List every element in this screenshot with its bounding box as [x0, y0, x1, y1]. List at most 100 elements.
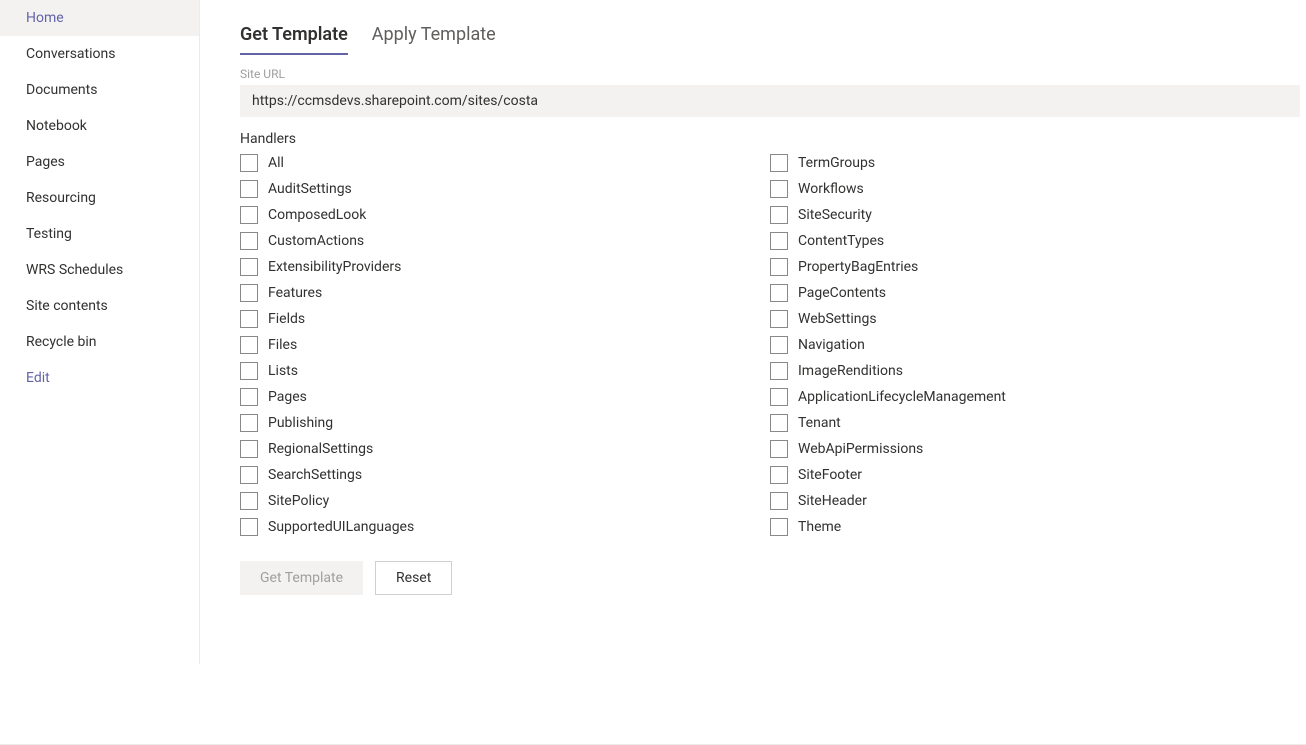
- handler-websettings: WebSettings: [770, 309, 1300, 329]
- handler-all: All: [240, 153, 770, 173]
- sidebar-item-testing[interactable]: Testing: [0, 216, 199, 252]
- checkbox-fields[interactable]: [240, 310, 258, 328]
- handler-searchsettings: SearchSettings: [240, 465, 770, 485]
- checkbox-label: ComposedLook: [268, 207, 366, 223]
- checkbox-label: SupportedUILanguages: [268, 519, 414, 535]
- checkbox-label: WebApiPermissions: [798, 441, 923, 457]
- sidebar-item-documents[interactable]: Documents: [0, 72, 199, 108]
- checkbox-label: Features: [268, 285, 322, 301]
- handler-navigation: Navigation: [770, 335, 1300, 355]
- checkbox-label: CustomActions: [268, 233, 364, 249]
- checkbox-label: PropertyBagEntries: [798, 259, 918, 275]
- handler-fields: Fields: [240, 309, 770, 329]
- checkbox-label: PageContents: [798, 285, 886, 301]
- sidebar-item-notebook[interactable]: Notebook: [0, 108, 199, 144]
- sidebar-item-site-contents[interactable]: Site contents: [0, 288, 199, 324]
- handlers-label: Handlers: [240, 131, 1306, 147]
- site-url-input[interactable]: [240, 85, 1300, 117]
- checkbox-label: Pages: [268, 389, 307, 405]
- checkbox-sitepolicy[interactable]: [240, 492, 258, 510]
- checkbox-siteheader[interactable]: [770, 492, 788, 510]
- checkbox-label: Fields: [268, 311, 305, 327]
- handler-pagecontents: PageContents: [770, 283, 1300, 303]
- checkbox-label: ApplicationLifecycleManagement: [798, 389, 1006, 405]
- checkbox-sitesecurity[interactable]: [770, 206, 788, 224]
- checkbox-pages[interactable]: [240, 388, 258, 406]
- reset-button[interactable]: Reset: [375, 561, 452, 595]
- tab-get-template[interactable]: Get Template: [240, 24, 348, 55]
- handler-siteheader: SiteHeader: [770, 491, 1300, 511]
- tab-apply-template[interactable]: Apply Template: [372, 24, 496, 55]
- sidebar-item-conversations[interactable]: Conversations: [0, 36, 199, 72]
- checkbox-theme[interactable]: [770, 518, 788, 536]
- checkbox-propertybagentries[interactable]: [770, 258, 788, 276]
- checkbox-features[interactable]: [240, 284, 258, 302]
- checkbox-publishing[interactable]: [240, 414, 258, 432]
- checkbox-label: All: [268, 155, 284, 171]
- checkbox-navigation[interactable]: [770, 336, 788, 354]
- handler-customactions: CustomActions: [240, 231, 770, 251]
- checkbox-websettings[interactable]: [770, 310, 788, 328]
- sidebar-item-home[interactable]: Home: [0, 0, 199, 36]
- sidebar-item-resourcing[interactable]: Resourcing: [0, 180, 199, 216]
- checkbox-label: AuditSettings: [268, 181, 352, 197]
- checkbox-lists[interactable]: [240, 362, 258, 380]
- checkbox-termgroups[interactable]: [770, 154, 788, 172]
- checkbox-workflows[interactable]: [770, 180, 788, 198]
- checkbox-all[interactable]: [240, 154, 258, 172]
- site-url-label: Site URL: [240, 67, 1306, 81]
- handler-tenant: Tenant: [770, 413, 1300, 433]
- handler-sitepolicy: SitePolicy: [240, 491, 770, 511]
- handlers-group: All AuditSettings ComposedLook CustomAct…: [240, 153, 1300, 537]
- sidebar-item-pages[interactable]: Pages: [0, 144, 199, 180]
- checkbox-label: Navigation: [798, 337, 865, 353]
- checkbox-files[interactable]: [240, 336, 258, 354]
- checkbox-webapipermissions[interactable]: [770, 440, 788, 458]
- checkbox-label: SitePolicy: [268, 493, 329, 509]
- sidebar-item-recycle-bin[interactable]: Recycle bin: [0, 324, 199, 360]
- checkbox-label: Files: [268, 337, 297, 353]
- checkbox-regionalsettings[interactable]: [240, 440, 258, 458]
- checkbox-label: WebSettings: [798, 311, 877, 327]
- sidebar-item-wrs-schedules[interactable]: WRS Schedules: [0, 252, 199, 288]
- checkbox-label: Workflows: [798, 181, 864, 197]
- checkbox-extensibilityproviders[interactable]: [240, 258, 258, 276]
- handler-applicationlifecyclemanagement: ApplicationLifecycleManagement: [770, 387, 1300, 407]
- handler-theme: Theme: [770, 517, 1300, 537]
- checkbox-label: ImageRenditions: [798, 363, 903, 379]
- checkbox-label: ContentTypes: [798, 233, 884, 249]
- sidebar: Home Conversations Documents Notebook Pa…: [0, 0, 200, 664]
- checkbox-label: SearchSettings: [268, 467, 362, 483]
- handler-sitefooter: SiteFooter: [770, 465, 1300, 485]
- checkbox-pagecontents[interactable]: [770, 284, 788, 302]
- checkbox-label: ExtensibilityProviders: [268, 259, 401, 275]
- checkbox-label: Theme: [798, 519, 841, 535]
- checkbox-supporteduilanguages[interactable]: [240, 518, 258, 536]
- handler-termgroups: TermGroups: [770, 153, 1300, 173]
- checkbox-label: Publishing: [268, 415, 333, 431]
- checkbox-imagerenditions[interactable]: [770, 362, 788, 380]
- handler-regionalsettings: RegionalSettings: [240, 439, 770, 459]
- checkbox-searchsettings[interactable]: [240, 466, 258, 484]
- button-row: Get Template Reset: [240, 561, 1306, 595]
- checkbox-applicationlifecyclemanagement[interactable]: [770, 388, 788, 406]
- checkbox-customactions[interactable]: [240, 232, 258, 250]
- checkbox-sitefooter[interactable]: [770, 466, 788, 484]
- checkbox-label: RegionalSettings: [268, 441, 373, 457]
- handler-lists: Lists: [240, 361, 770, 381]
- handlers-column-2: TermGroups Workflows SiteSecurity Conten…: [770, 153, 1300, 537]
- get-template-button: Get Template: [240, 561, 363, 595]
- checkbox-composedlook[interactable]: [240, 206, 258, 224]
- tabs: Get Template Apply Template: [240, 24, 1306, 55]
- sidebar-item-edit[interactable]: Edit: [0, 360, 199, 396]
- checkbox-contenttypes[interactable]: [770, 232, 788, 250]
- checkbox-auditsettings[interactable]: [240, 180, 258, 198]
- checkbox-label: Tenant: [798, 415, 841, 431]
- handler-pages: Pages: [240, 387, 770, 407]
- checkbox-label: Lists: [268, 363, 298, 379]
- handler-sitesecurity: SiteSecurity: [770, 205, 1300, 225]
- main-content: Get Template Apply Template Site URL Han…: [200, 0, 1306, 664]
- handlers-column-1: All AuditSettings ComposedLook CustomAct…: [240, 153, 770, 537]
- handler-contenttypes: ContentTypes: [770, 231, 1300, 251]
- checkbox-tenant[interactable]: [770, 414, 788, 432]
